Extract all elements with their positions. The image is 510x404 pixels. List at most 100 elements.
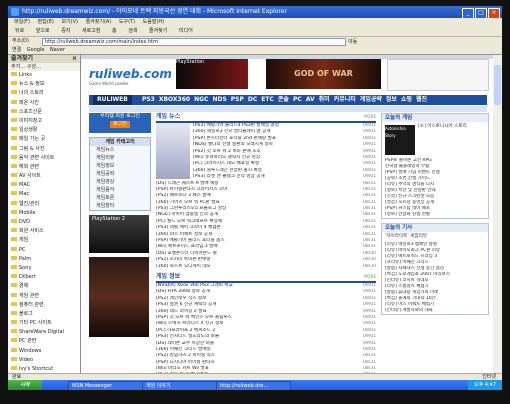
login-button[interactable]: 로그인 xyxy=(110,121,130,128)
favorites-item[interactable]: Sony xyxy=(8,264,80,273)
category-item[interactable]: 게임음악 xyxy=(90,186,150,194)
category-item[interactable]: 게임리뷰 xyxy=(90,154,150,162)
favorites-item[interactable]: MAC xyxy=(8,181,80,190)
favorites-item[interactable]: Dilbert xyxy=(8,273,80,282)
news-row-title: [PSP] 디시디아 파이널 판타지 xyxy=(156,359,215,365)
search-button[interactable]: 검색 xyxy=(125,26,140,36)
playstation-ad[interactable]: PlayStation 2 xyxy=(89,215,149,253)
nav-item[interactable]: ETC xyxy=(261,96,274,103)
nav-item[interactable]: 웹진 xyxy=(416,96,427,103)
favorites-item[interactable]: Windows xyxy=(8,347,80,356)
nav-item[interactable]: PS3 xyxy=(142,96,155,103)
nav-item[interactable]: NGC xyxy=(194,96,208,103)
menu-edit[interactable]: 편집(E) xyxy=(38,19,54,25)
taskbar-item[interactable]: MSN Messenger xyxy=(68,381,143,390)
refresh-button[interactable]: 새로고침 xyxy=(79,26,103,36)
media-button[interactable]: 미디어 xyxy=(176,26,196,36)
favorites-item[interactable]: 뉴스 & 정보 xyxy=(8,80,80,89)
favorites-item[interactable]: Links xyxy=(8,71,80,80)
favorites-item[interactable]: 게임 관련 xyxy=(8,292,80,301)
link-naver[interactable]: Naver xyxy=(50,47,65,53)
category-item[interactable]: 게임토론 xyxy=(90,194,150,202)
favorites-item[interactable]: 그림 & 사진 xyxy=(8,145,80,154)
forward-button[interactable]: 앞으로 xyxy=(33,26,53,36)
nav-item[interactable]: 쇼핑 xyxy=(401,96,412,103)
taskbar-item[interactable]: http://ruliweb.dre... xyxy=(216,381,291,390)
ad-box[interactable] xyxy=(387,59,489,91)
favorites-item[interactable]: PC xyxy=(8,246,80,255)
start-button[interactable]: 시작 xyxy=(8,380,42,390)
favorites-item[interactable]: 해외 관련 xyxy=(8,163,80,172)
category-item[interactable]: 게임공략 xyxy=(90,170,150,178)
category-item[interactable]: 게임뉴스 xyxy=(90,146,150,154)
nav-item[interactable]: 콘솔 xyxy=(278,96,289,103)
nav-item[interactable]: PC xyxy=(293,96,302,103)
stop-button[interactable]: 중지 xyxy=(58,26,73,36)
nav-item[interactable]: 커뮤니티 xyxy=(334,96,356,103)
playstation-banner[interactable]: PlayStation xyxy=(176,59,248,89)
vertical-scrollbar[interactable] xyxy=(493,55,502,373)
nav-item[interactable]: 게임공략 xyxy=(360,96,382,103)
back-button[interactable]: 뒤로 xyxy=(12,26,27,36)
side-game-image[interactable] xyxy=(89,257,149,337)
info-more-link[interactable]: MORE xyxy=(364,273,376,281)
category-item[interactable]: 게임정보 xyxy=(90,162,150,170)
favorites-close-button[interactable]: × xyxy=(72,55,77,63)
link-google[interactable]: Google xyxy=(27,47,45,53)
favorites-item[interactable]: 경제 xyxy=(8,282,80,291)
category-item[interactable]: 게임장터 xyxy=(90,202,150,210)
favorites-item[interactable]: 일상생활 xyxy=(8,126,80,135)
favorites-item[interactable]: 블로그 xyxy=(8,310,80,319)
nav-item[interactable]: NDS xyxy=(212,96,226,103)
favorites-item[interactable]: ShareWare Digital xyxy=(8,328,80,337)
favorites-item[interactable]: 스포츠신문 xyxy=(8,108,80,117)
favorites-item[interactable]: DVD xyxy=(8,218,80,227)
news-more-link[interactable]: MORE xyxy=(364,113,376,121)
today-game-image[interactable]: Astonishia Story xyxy=(385,125,415,155)
favorites-item[interactable]: Video xyxy=(8,356,80,365)
menu-favorites[interactable]: 즐겨찾기(A) xyxy=(86,19,112,25)
favorites-item[interactable]: 컴퓨터 관련 xyxy=(8,301,80,310)
nav-item[interactable]: XBOX360 xyxy=(159,96,190,103)
nav-item[interactable]: DC xyxy=(248,96,257,103)
nav-item[interactable]: 정보 xyxy=(386,96,397,103)
news-thumbnail[interactable] xyxy=(156,123,190,179)
menu-tools[interactable]: 도구(T) xyxy=(119,19,135,25)
nav-logo[interactable]: RULIWEB xyxy=(93,95,132,105)
home-button[interactable]: 홈 xyxy=(109,26,120,36)
favorites-item[interactable]: Palm xyxy=(8,255,80,264)
news-row-title: [NGC] 파이어 엠블렘 신작 공개 xyxy=(156,212,218,218)
today-article-heading[interactable]: '하이라이트' 게임리뷰 xyxy=(382,232,488,242)
window-title-bar[interactable]: http://ruliweb.dreamwiz.com/ - 아이모네 트렉 지… xyxy=(8,6,502,19)
favorites-item[interactable]: 퍼온 사진 xyxy=(8,99,80,108)
favorites-item[interactable]: Mobile xyxy=(8,209,80,218)
game-banner[interactable]: GOD OF WAR xyxy=(266,59,381,89)
taskbar-item[interactable]: 게임 이야기 xyxy=(142,381,217,390)
nav-item[interactable]: AV xyxy=(306,96,315,103)
category-item[interactable]: 게임영상 xyxy=(90,178,150,186)
favorites-item[interactable]: 너의 스토리 xyxy=(8,89,80,98)
favorites-item[interactable]: 이미지창고 xyxy=(8,117,80,126)
article-row[interactable]: [정보] 한글화 진행 현황 xyxy=(382,212,488,218)
site-logo[interactable]: ruliweb.com Game World Leader xyxy=(89,67,172,89)
nav-item[interactable]: PSP xyxy=(231,96,244,103)
nav-item[interactable]: 취미 xyxy=(319,96,330,103)
news-row[interactable]: 08/30 [360] 로스트 오디세이 데모 xyxy=(156,264,376,270)
favorites-item[interactable]: 회원 서비스 xyxy=(8,227,80,236)
favorites-item[interactable]: 음악 관련 사이트 xyxy=(8,154,80,163)
article-row[interactable]: [인터뷰] 개발자와의 대화 xyxy=(382,308,488,314)
scroll-thumb[interactable] xyxy=(494,65,501,105)
favorites-item[interactable]: AV 사이트 xyxy=(8,172,80,181)
favorites-item[interactable]: PC 관련 xyxy=(8,337,80,346)
address-input[interactable]: http://ruliweb.dreamwiz.com/main/index.h… xyxy=(42,38,346,46)
menu-view[interactable]: 보기(V) xyxy=(61,19,78,25)
favorites-tools[interactable]: 추가… 구성… xyxy=(8,63,80,71)
menu-file[interactable]: 파일(F) xyxy=(14,19,30,25)
favorites-item[interactable]: 매일 가는 곳 xyxy=(8,135,80,144)
favorites-button[interactable]: 즐겨찾기 xyxy=(146,26,170,36)
favorites-item[interactable]: 기타 PC 사이트 xyxy=(8,319,80,328)
favorites-item[interactable]: 웹진/관리 xyxy=(8,200,80,209)
favorites-item[interactable]: Mac xyxy=(8,190,80,199)
favorites-item[interactable]: 게임 xyxy=(8,236,80,245)
menu-help[interactable]: 도움말(H) xyxy=(143,19,164,25)
